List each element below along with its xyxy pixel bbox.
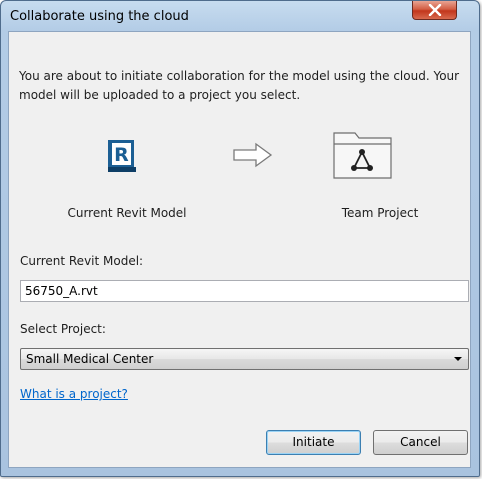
project-select-value: Small Medical Center (26, 352, 154, 366)
model-field-label: Current Revit Model: (20, 254, 144, 268)
what-is-project-link[interactable]: What is a project? (20, 387, 128, 401)
folder-network-icon (333, 130, 393, 184)
arrow-right-icon (232, 142, 274, 172)
cancel-button[interactable]: Cancel (373, 430, 468, 455)
caption-current-revit-model: Current Revit Model (67, 206, 187, 220)
revit-icon-letter: R (114, 144, 129, 166)
chevron-down-icon (454, 357, 462, 361)
close-icon (428, 4, 442, 16)
revit-icon: R (107, 139, 137, 177)
model-name-input[interactable]: 56750_A.rvt (20, 280, 469, 302)
project-field-label: Select Project: (20, 322, 106, 336)
title-bar[interactable]: Collaborate using the cloud (1, 1, 479, 31)
intro-text: You are about to initiate collaboration … (19, 69, 460, 102)
dialog-window: Collaborate using the cloud You are abou… (0, 0, 480, 477)
dialog-body: You are about to initiate collaboration … (8, 31, 471, 468)
close-button[interactable] (412, 1, 457, 20)
initiate-button[interactable]: Initiate (266, 430, 361, 455)
caption-team-project: Team Project (341, 206, 419, 220)
window-title: Collaborate using the cloud (10, 9, 189, 24)
project-select[interactable]: Small Medical Center (20, 348, 469, 370)
